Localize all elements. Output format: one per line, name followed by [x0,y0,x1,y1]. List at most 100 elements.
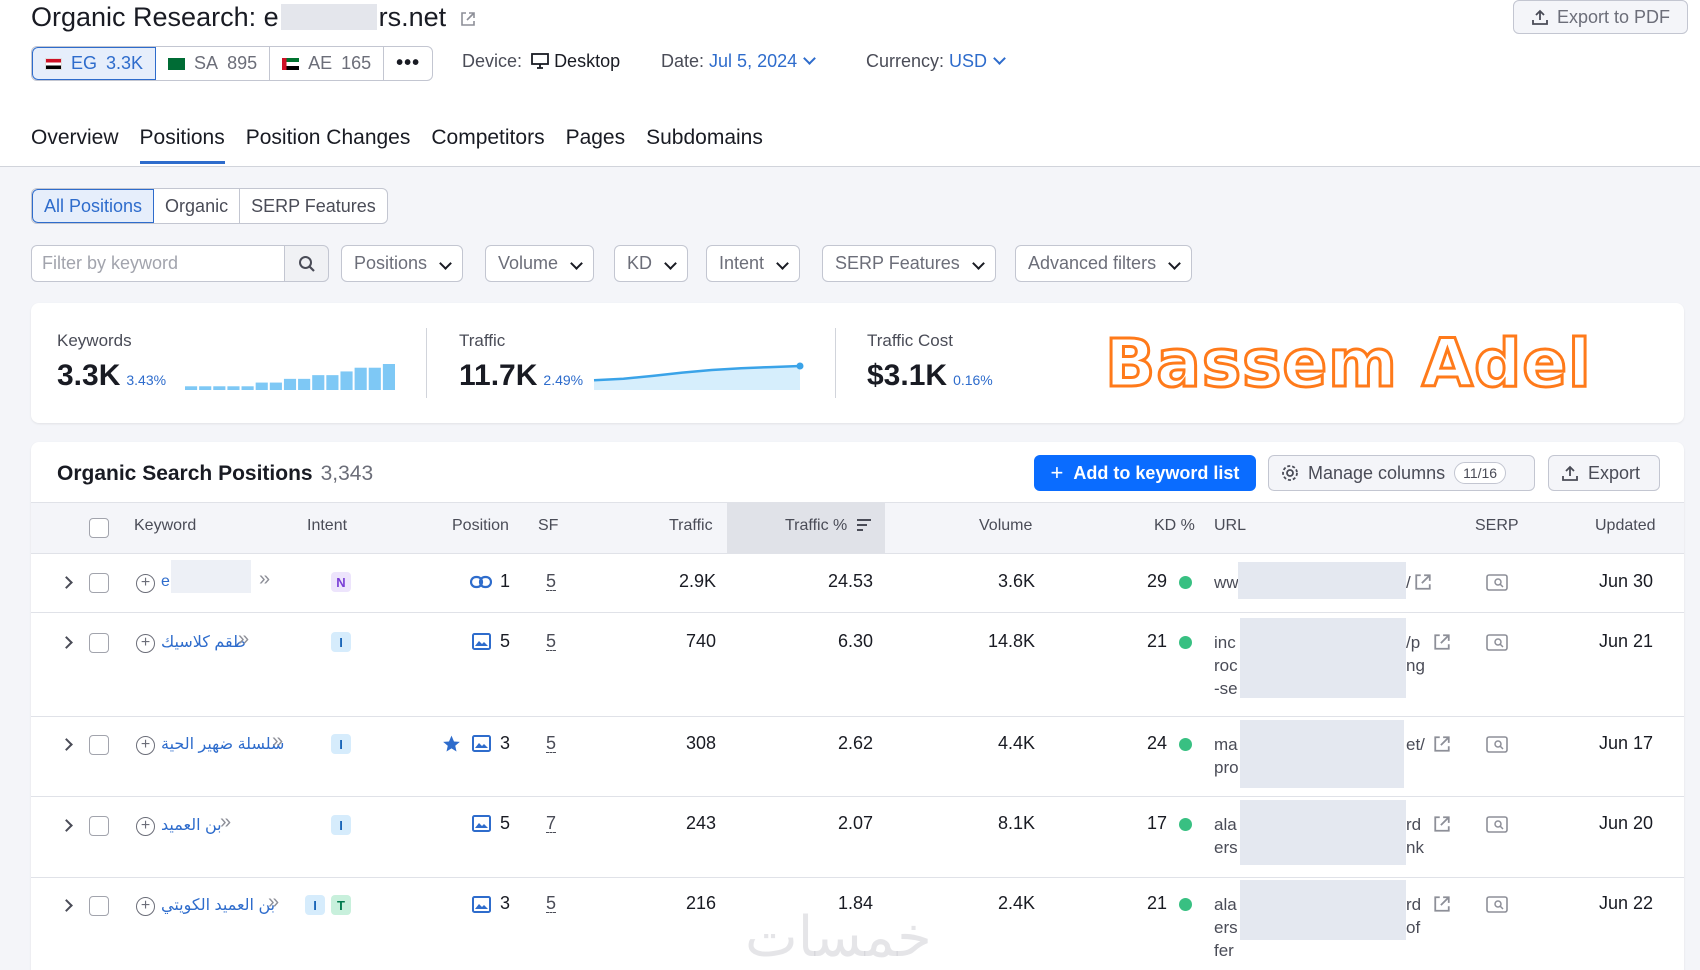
url-fragment[interactable]: rd [1406,893,1421,916]
keyword-link[interactable]: بن العميد [161,815,222,835]
column-intent[interactable]: Intent [307,517,347,535]
serp-features-count[interactable]: 5 [546,632,557,651]
select-all-checkbox[interactable] [89,518,109,538]
tab-position-changes[interactable]: Position Changes [246,126,411,164]
database-sa[interactable]: SA 895 [156,47,271,80]
kd-filter-dropdown[interactable]: KD [614,245,689,282]
serp-snapshot-icon[interactable] [1486,634,1508,651]
row-checkbox[interactable] [89,816,109,836]
column-serp[interactable]: SERP [1475,517,1519,535]
chevron-down-icon [664,257,677,270]
search-button[interactable] [284,245,329,282]
serp-snapshot-icon[interactable] [1486,736,1508,753]
external-link-icon[interactable] [1414,573,1432,591]
keyword-link[interactable]: e [161,573,170,591]
segment-serp-features[interactable]: SERP Features [240,189,387,223]
intent-filter-dropdown[interactable]: Intent [706,245,801,282]
traffic-value: 216 [685,893,716,913]
add-keyword-icon[interactable]: + [136,897,155,916]
keyword-link[interactable]: طقم كلاسيك [161,632,246,652]
positions-filter-dropdown[interactable]: Positions [341,245,464,282]
url-fragment[interactable]: / [1406,571,1411,594]
url-fragment[interactable]: nk [1406,836,1424,859]
tab-pages[interactable]: Pages [566,126,626,164]
column-position[interactable]: Position [452,517,509,535]
row-checkbox[interactable] [89,573,109,593]
keyword-link[interactable]: بن العميد الكويتي [161,895,275,915]
add-to-keyword-list-button[interactable]: + Add to keyword list [1034,455,1256,491]
keywords-trend-bar [283,378,297,390]
export-button[interactable]: Export [1548,455,1660,491]
url-fragment[interactable]: -se [1214,677,1238,700]
manage-columns-button[interactable]: Manage columns 11/16 [1268,455,1535,491]
database-eg[interactable]: EG 3.3K [32,47,157,80]
volume-filter-dropdown[interactable]: Volume [485,245,595,282]
serp-features-count[interactable]: 5 [546,734,557,753]
keywords-trend-bar [255,382,268,390]
keyword-link[interactable]: سلسلة ضهير الحية [161,734,284,754]
url-fragment[interactable]: et/ [1406,733,1425,756]
row-checkbox[interactable] [89,633,109,653]
tab-subdomains[interactable]: Subdomains [646,126,763,164]
date-selector[interactable]: Date: Jul 5, 2024 [661,51,816,72]
url-fragment[interactable]: /p [1406,631,1420,654]
url-fragment[interactable]: ng [1406,654,1425,677]
device-selector[interactable]: Device: Desktop [462,51,620,72]
add-keyword-icon[interactable]: + [136,817,155,836]
url-fragment[interactable]: ww [1214,571,1239,594]
external-link-icon[interactable] [460,11,476,27]
segment-organic[interactable]: Organic [154,189,241,223]
external-link-icon[interactable] [1433,735,1451,753]
serp-features-count[interactable]: 5 [546,572,557,591]
tab-positions[interactable]: Positions [139,126,225,164]
serp-analysis-icon[interactable]: » [259,568,270,591]
add-keyword-icon[interactable]: + [136,634,155,653]
serp-analysis-icon[interactable]: » [272,730,283,753]
more-databases-button[interactable]: ••• [384,47,432,80]
url-fragment[interactable]: roc [1214,654,1238,677]
table-title: Organic Search Positions 3,343 [57,462,374,485]
serp-features-count[interactable]: 7 [546,814,557,833]
url-fragment[interactable]: pro [1214,756,1239,779]
column-traffic-percent[interactable]: Traffic % [785,517,872,535]
url-fragment[interactable]: ala [1214,893,1237,916]
currency-selector[interactable]: Currency: USD [866,51,1006,72]
external-link-icon[interactable] [1433,815,1451,833]
database-ae[interactable]: AE 165 [270,47,385,80]
url-fragment[interactable]: ala [1214,813,1237,836]
serp-analysis-icon[interactable]: » [220,811,231,834]
url-fragment[interactable]: inc [1214,631,1236,654]
column-traffic[interactable]: Traffic [669,517,713,535]
row-checkbox[interactable] [89,896,109,916]
add-keyword-icon[interactable]: + [136,736,155,755]
serp-features-count[interactable]: 5 [546,894,557,913]
column-keyword[interactable]: Keyword [134,517,196,535]
serp-analysis-icon[interactable]: » [238,628,249,651]
segment-all-positions[interactable]: All Positions [32,189,155,223]
column-updated[interactable]: Updated [1595,517,1656,535]
column-volume[interactable]: Volume [979,517,1032,535]
external-link-icon[interactable] [1433,895,1451,913]
advanced-filters-dropdown[interactable]: Advanced filters [1015,245,1193,282]
column-kd[interactable]: KD % [1154,517,1195,535]
url-fragment[interactable]: ers [1214,836,1238,859]
serp-snapshot-icon[interactable] [1486,896,1508,913]
url-fragment[interactable]: ers [1214,916,1238,939]
url-fragment[interactable]: of [1406,916,1420,939]
url-fragment[interactable]: fer [1214,939,1234,962]
column-sf[interactable]: SF [538,517,558,535]
column-url[interactable]: URL [1214,517,1246,535]
serp-snapshot-icon[interactable] [1486,816,1508,833]
keyword-filter-input[interactable] [31,245,285,282]
url-fragment[interactable]: ma [1214,733,1238,756]
row-checkbox[interactable] [89,735,109,755]
add-keyword-icon[interactable]: + [136,574,155,593]
serp-features-filter-dropdown[interactable]: SERP Features [822,245,996,282]
url-fragment[interactable]: rd [1406,813,1421,836]
external-link-icon[interactable] [1433,633,1451,651]
export-pdf-button[interactable]: Export to PDF [1513,0,1688,34]
tab-competitors[interactable]: Competitors [431,126,544,164]
serp-snapshot-icon[interactable] [1486,574,1508,591]
tab-overview[interactable]: Overview [31,126,119,164]
serp-analysis-icon[interactable]: » [268,891,279,914]
